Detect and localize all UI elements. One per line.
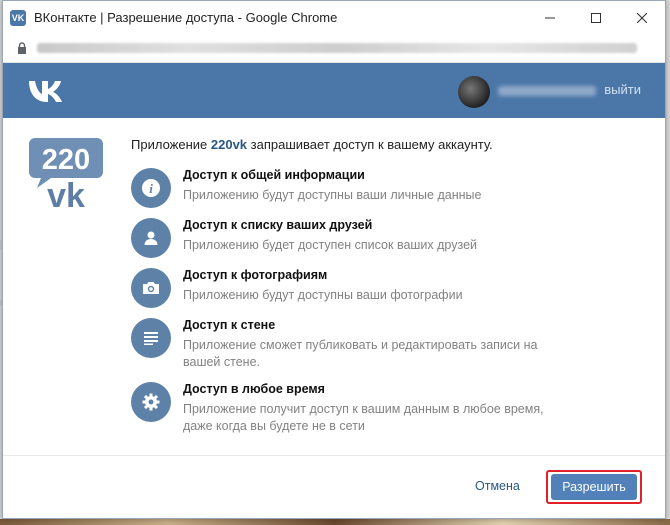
person-icon: [131, 218, 171, 258]
allow-button[interactable]: Разрешить: [551, 474, 637, 500]
camera-icon: [131, 268, 171, 308]
permission-dialog: 220 vk Приложение 220vk запрашивает дост…: [3, 118, 665, 440]
permission-title: Доступ в любое время: [183, 382, 325, 396]
address-bar[interactable]: [3, 34, 665, 63]
vk-header: выйти: [3, 63, 665, 118]
wall-icon: [131, 318, 171, 358]
lock-icon: [15, 41, 29, 55]
dialog-footer: Отмена Разрешить: [3, 455, 665, 518]
permission-description: Приложение получит доступ к вашим данным…: [183, 402, 544, 433]
allow-button-highlight: Разрешить: [546, 470, 642, 504]
permission-description: Приложение сможет публиковать и редактир…: [183, 338, 538, 369]
cancel-button[interactable]: Отмена: [475, 479, 520, 493]
request-intro: Приложение 220vk запрашивает доступ к ва…: [131, 137, 493, 152]
app-name-link[interactable]: 220vk: [211, 137, 247, 152]
avatar[interactable]: [458, 76, 490, 108]
vk-logo-icon[interactable]: [27, 78, 71, 104]
permission-description: Приложению будет доступен список ваших д…: [183, 238, 478, 252]
window-controls: [527, 1, 665, 34]
svg-text:vk: vk: [47, 177, 85, 212]
gear-icon: [131, 382, 171, 422]
info-icon: i: [131, 168, 171, 208]
svg-text:220: 220: [42, 144, 90, 176]
logout-link[interactable]: выйти: [604, 82, 641, 97]
minimize-button[interactable]: [527, 1, 573, 34]
background-page-strip: [0, 519, 670, 525]
maximize-button[interactable]: [573, 1, 619, 34]
browser-window: VK ВКонтакте | Разрешение доступа - Goog…: [2, 0, 666, 519]
title-bar: VK ВКонтакте | Разрешение доступа - Goog…: [3, 1, 665, 34]
app-logo: 220 vk: [29, 138, 103, 212]
blurred-url: [37, 43, 637, 53]
svg-text:i: i: [149, 181, 153, 196]
close-icon: [637, 12, 647, 23]
maximize-icon: [591, 12, 601, 23]
vk-favicon-icon: VK: [10, 9, 26, 26]
permission-title: Доступ к фотографиям: [183, 268, 328, 282]
blurred-user-name: [498, 86, 596, 96]
minimize-icon: [545, 17, 555, 18]
permission-title: Доступ к списку ваших друзей: [183, 218, 373, 232]
window-title: ВКонтакте | Разрешение доступа - Google …: [34, 10, 338, 25]
close-button[interactable]: [619, 1, 665, 34]
permission-description: Приложению будут доступны ваши личные да…: [183, 188, 482, 202]
permission-title: Доступ к общей информации: [183, 168, 365, 182]
permission-description: Приложению будут доступны ваши фотографи…: [183, 288, 463, 302]
permission-title: Доступ к стене: [183, 318, 276, 332]
